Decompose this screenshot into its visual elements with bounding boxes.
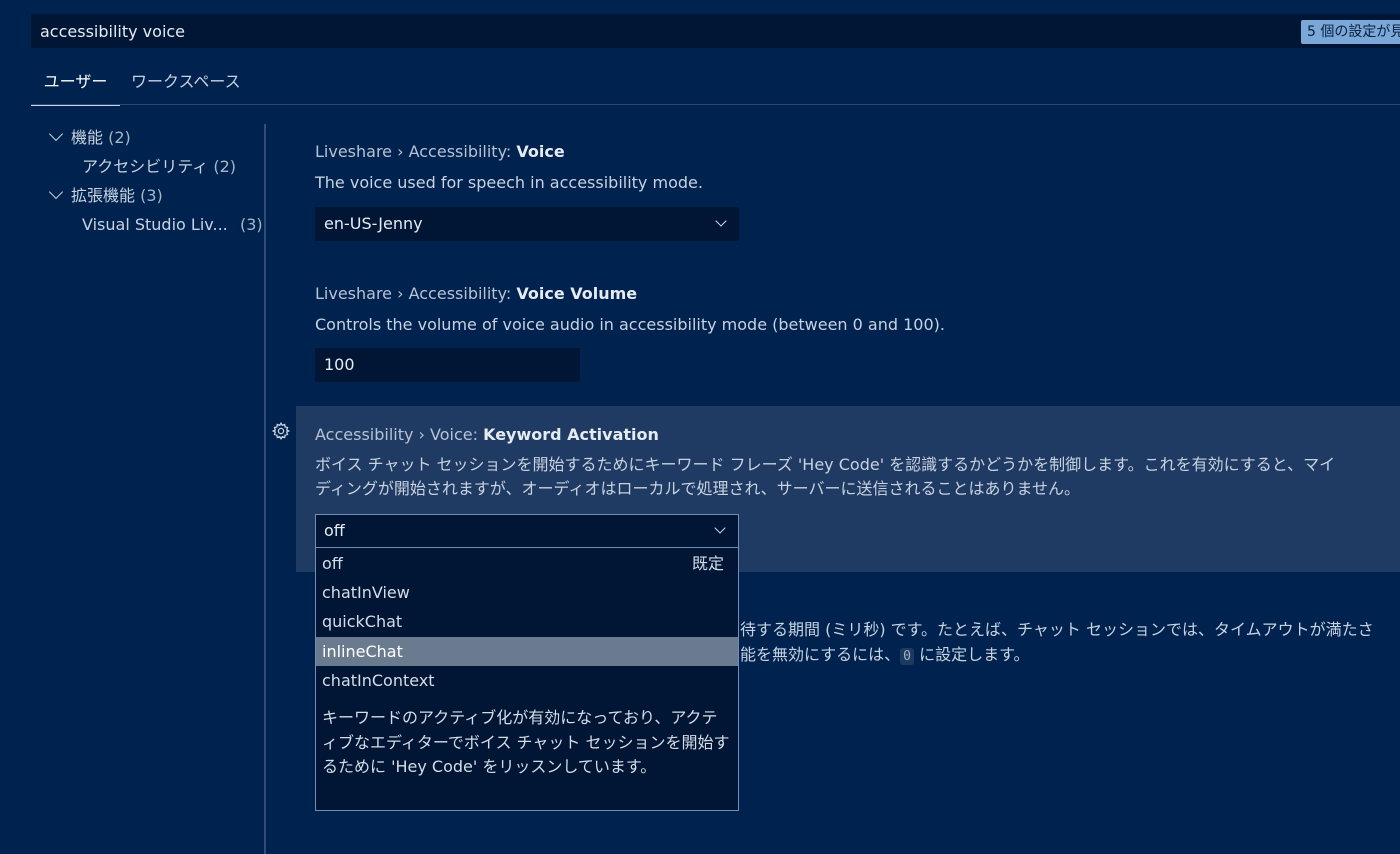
dropdown-option-inlinechat[interactable]: inlineChat <box>316 637 738 666</box>
tree-divider <box>264 124 266 854</box>
dropdown-option-off[interactable]: off 既定 <box>316 549 738 578</box>
option-label: inlineChat <box>322 642 403 661</box>
select-value: en-US-Jenny <box>324 214 423 233</box>
tab-user[interactable]: ユーザー <box>31 70 120 106</box>
description-text: 能を無効にするには、 <box>740 645 901 664</box>
setting-category: Liveshare › Accessibility: <box>315 284 517 303</box>
description-text: に設定します。 <box>914 645 1030 664</box>
chevron-down-icon <box>714 522 726 534</box>
setting-title-keyword-activation: Accessibility › Voice: Keyword Activatio… <box>315 425 659 444</box>
inline-code: 0 <box>900 648 914 665</box>
tree-item-features[interactable]: 機能 (2) <box>48 125 131 151</box>
tree-item-visual-studio-live-share[interactable]: Visual Studio Liv... (3) <box>82 212 263 238</box>
dropdown-option-quickchat[interactable]: quickChat <box>316 607 738 636</box>
setting-description-voice: The voice used for speech in accessibili… <box>315 173 703 192</box>
settings-search-bar: 5 個の設定が見つかりました <box>31 14 1400 48</box>
setting-name: Voice Volume <box>516 284 638 303</box>
chevron-down-icon <box>48 184 64 200</box>
tree-item-count: (2) <box>213 157 237 176</box>
tree-item-count: (3) <box>140 186 163 205</box>
tree-item-count: (2) <box>108 128 131 147</box>
setting-description-keyword-line2: ディングが開始されますが、オーディオはローカルで処理され、サーバーに送信されるこ… <box>315 479 1080 498</box>
voice-select[interactable]: en-US-Jenny <box>315 207 739 241</box>
setting-description-keyword-line1: ボイス チャット セッションを開始するためにキーワード フレーズ 'Hey Co… <box>315 455 1336 474</box>
gear-icon[interactable] <box>271 421 291 441</box>
settings-search-input[interactable] <box>40 21 1290 41</box>
tree-item-accessibility[interactable]: アクセシビリティ (2) <box>82 154 236 180</box>
tree-item-label: 拡張機能 <box>71 186 136 205</box>
setting-description-timeout-line1: 待する期間 (ミリ秒) です。たとえば、チャット セッションでは、タイムアウトが… <box>740 620 1374 639</box>
setting-category: Accessibility › Voice: <box>315 425 484 444</box>
input-value: 100 <box>324 355 355 374</box>
option-label: chatInContext <box>322 671 435 690</box>
tree-item-label: 機能 <box>71 128 104 147</box>
setting-category: Liveshare › Accessibility: <box>315 142 517 161</box>
setting-description-voice-volume: Controls the volume of voice audio in ac… <box>315 315 945 334</box>
dropdown-option-description: キーワードのアクティブ化が有効になっており、アクティブなエディターでボイス チャ… <box>322 708 730 776</box>
tree-item-count: (3) <box>240 215 263 234</box>
default-label: 既定 <box>691 554 724 573</box>
setting-description-timeout-line2: 能を無効にするには、 0 に設定します。 <box>740 643 1030 669</box>
select-value: off <box>324 521 345 540</box>
setting-name: Voice <box>516 142 565 161</box>
keyword-activation-dropdown: off 既定 chatInView quickChat inlineChat c… <box>315 548 739 811</box>
option-label: chatInView <box>322 583 410 602</box>
dropdown-option-chatincontext[interactable]: chatInContext <box>316 666 738 695</box>
chevron-down-icon <box>715 215 727 227</box>
option-label: quickChat <box>322 612 403 631</box>
tree-item-label: アクセシビリティ <box>82 157 209 176</box>
setting-title-voice: Liveshare › Accessibility: Voice <box>315 142 565 161</box>
tab-workspace[interactable]: ワークスペース <box>131 70 241 104</box>
setting-name: Keyword Activation <box>483 425 659 444</box>
voice-volume-input[interactable]: 100 <box>315 348 580 382</box>
dropdown-option-chatinview[interactable]: chatInView <box>316 578 738 607</box>
option-label: off <box>322 554 343 573</box>
chevron-down-icon <box>48 126 64 142</box>
keyword-activation-select[interactable]: off <box>315 514 739 548</box>
tree-item-label: Visual Studio Liv... <box>82 215 228 234</box>
result-count-badge: 5 個の設定が見つかりました <box>1301 20 1400 44</box>
tabs-divider <box>31 104 1400 105</box>
setting-title-voice-volume: Liveshare › Accessibility: Voice Volume <box>315 284 637 303</box>
tree-item-extensions[interactable]: 拡張機能 (3) <box>48 183 163 209</box>
